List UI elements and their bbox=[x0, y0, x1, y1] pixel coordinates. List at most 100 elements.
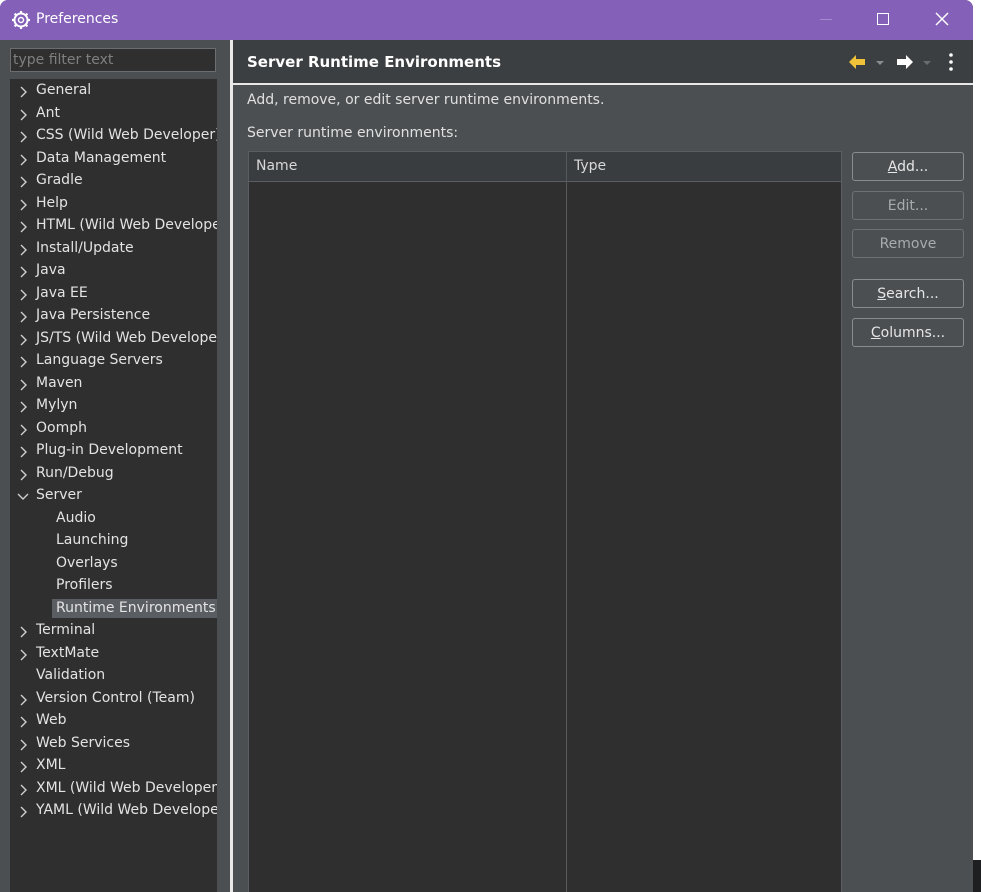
chevron-right-icon[interactable] bbox=[17, 692, 29, 706]
tree-item[interactable]: XML bbox=[10, 755, 217, 777]
tree-item[interactable]: Audio bbox=[10, 508, 217, 530]
close-icon bbox=[935, 12, 949, 26]
runtime-environments-table[interactable]: Name Type bbox=[248, 151, 842, 892]
tree-item[interactable]: Plug-in Development bbox=[10, 440, 217, 462]
remove-button[interactable]: Remove bbox=[852, 229, 964, 258]
window-title: Preferences bbox=[36, 11, 119, 27]
chevron-right-icon[interactable] bbox=[17, 759, 29, 773]
tree-item-label: Audio bbox=[56, 509, 96, 526]
tree-item[interactable]: Launching bbox=[10, 530, 217, 552]
chevron-right-icon[interactable] bbox=[17, 174, 29, 188]
tree-item[interactable]: Mylyn bbox=[10, 395, 217, 417]
column-header-name[interactable]: Name bbox=[256, 158, 297, 174]
tree-item[interactable]: HTML (Wild Web Develope bbox=[10, 215, 217, 237]
chevron-right-icon[interactable] bbox=[17, 444, 29, 458]
tree-item-label: Mylyn bbox=[36, 397, 78, 413]
chevron-right-icon[interactable] bbox=[17, 219, 29, 233]
search-mnemonic: S bbox=[877, 285, 887, 302]
close-button[interactable] bbox=[913, 0, 969, 40]
preferences-tree[interactable]: General Ant CSS (Wild Web Developer) Data M… bbox=[10, 79, 217, 892]
back-history-dropdown-icon[interactable] bbox=[874, 52, 886, 72]
chevron-right-icon[interactable] bbox=[17, 782, 29, 796]
forward-history-dropdown-icon[interactable] bbox=[921, 52, 933, 72]
chevron-right-icon[interactable] bbox=[17, 624, 29, 638]
tree-item-label: Java Persistence bbox=[36, 307, 151, 323]
chevron-right-icon[interactable] bbox=[17, 309, 29, 323]
edit-button[interactable]: Edit... bbox=[852, 191, 964, 220]
tree-item[interactable]: Validation bbox=[10, 665, 217, 687]
tree-item[interactable]: Terminal bbox=[10, 620, 217, 642]
chevron-right-icon[interactable] bbox=[17, 467, 29, 481]
search-button[interactable]: Search... bbox=[852, 279, 964, 308]
filter-input[interactable] bbox=[10, 48, 216, 72]
tree-item[interactable]: Java EE bbox=[10, 283, 217, 305]
tree-item[interactable]: YAML (Wild Web Develope bbox=[10, 800, 217, 822]
chevron-down-icon[interactable] bbox=[17, 489, 29, 503]
tree-item[interactable]: TextMate bbox=[10, 643, 217, 665]
tree-item-label: Web bbox=[36, 712, 67, 728]
tree-item[interactable]: Help bbox=[10, 193, 217, 215]
tree-item-label: Server bbox=[36, 487, 82, 503]
tree-item[interactable]: Run/Debug bbox=[10, 463, 217, 485]
tree-scrollbar[interactable] bbox=[217, 79, 230, 892]
tree-item[interactable]: Java Persistence bbox=[10, 305, 217, 327]
vertical-dots-icon[interactable] bbox=[944, 52, 958, 72]
maximize-button[interactable] bbox=[855, 0, 911, 40]
tree-item-label: Java bbox=[36, 262, 66, 278]
tree-item-label: Run/Debug bbox=[36, 464, 114, 481]
chevron-right-icon[interactable] bbox=[17, 197, 29, 211]
tree-item[interactable]: Data Management bbox=[10, 148, 217, 170]
chevron-right-icon[interactable] bbox=[17, 377, 29, 391]
chevron-right-icon[interactable] bbox=[17, 264, 29, 278]
tree-item-label: Help bbox=[36, 194, 68, 211]
chevron-right-icon[interactable] bbox=[17, 107, 29, 121]
minimize-icon bbox=[820, 19, 832, 20]
chevron-right-icon[interactable] bbox=[17, 422, 29, 436]
tree-item-label: Overlays bbox=[56, 554, 118, 571]
chevron-right-icon[interactable] bbox=[17, 287, 29, 301]
add-button[interactable]: Add... bbox=[852, 152, 964, 181]
chevron-right-icon[interactable] bbox=[17, 242, 29, 256]
tree-item[interactable]: Runtime Environments bbox=[10, 598, 217, 620]
tree-item[interactable]: CSS (Wild Web Developer) bbox=[10, 125, 217, 147]
tree-item[interactable]: Gradle bbox=[10, 170, 217, 192]
tree-item-label: Oomph bbox=[36, 419, 87, 436]
tree-item[interactable]: Maven bbox=[10, 373, 217, 395]
chevron-right-icon[interactable] bbox=[17, 804, 29, 818]
runtime-list-label: Server runtime environments: bbox=[247, 125, 459, 141]
minimize-button[interactable] bbox=[798, 0, 854, 40]
column-header-type[interactable]: Type bbox=[574, 158, 606, 174]
tree-item[interactable]: Web Services bbox=[10, 733, 217, 755]
tree-item[interactable]: Oomph bbox=[10, 418, 217, 440]
chevron-right-icon[interactable] bbox=[17, 399, 29, 413]
tree-item[interactable]: XML (Wild Web Developer) bbox=[10, 778, 217, 800]
tree-item[interactable]: Server bbox=[10, 485, 217, 507]
chevron-right-icon[interactable] bbox=[17, 647, 29, 661]
tree-item[interactable]: Overlays bbox=[10, 553, 217, 575]
columns-button[interactable]: Columns... bbox=[852, 318, 964, 347]
tree-item[interactable]: Web bbox=[10, 710, 217, 732]
chevron-right-icon[interactable] bbox=[17, 714, 29, 728]
chevron-right-icon[interactable] bbox=[17, 332, 29, 346]
tree-item[interactable]: Profilers bbox=[10, 575, 217, 597]
tree-item[interactable]: Ant bbox=[10, 103, 217, 125]
tree-item[interactable]: Version Control (Team) bbox=[10, 688, 217, 710]
tree-item[interactable]: General bbox=[10, 80, 217, 102]
tree-item-label: XML bbox=[36, 757, 66, 773]
chevron-right-icon[interactable] bbox=[17, 84, 29, 98]
chevron-right-icon[interactable] bbox=[17, 354, 29, 368]
tree-item[interactable]: Java bbox=[10, 260, 217, 282]
tree-item[interactable]: Install/Update bbox=[10, 238, 217, 260]
background-edge bbox=[973, 860, 981, 892]
chevron-right-icon[interactable] bbox=[17, 129, 29, 143]
title-bar[interactable]: Preferences bbox=[0, 0, 973, 40]
add-button-label: dd... bbox=[897, 158, 929, 175]
forward-arrow-icon[interactable] bbox=[893, 52, 915, 72]
back-arrow-icon[interactable] bbox=[847, 52, 869, 72]
maximize-icon bbox=[877, 13, 889, 25]
tree-item[interactable]: JS/TS (Wild Web Developer bbox=[10, 328, 217, 350]
content-pane: Server Runtime Environments Add, remove,… bbox=[233, 40, 973, 892]
chevron-right-icon[interactable] bbox=[17, 152, 29, 166]
tree-item[interactable]: Language Servers bbox=[10, 350, 217, 372]
chevron-right-icon[interactable] bbox=[17, 737, 29, 751]
